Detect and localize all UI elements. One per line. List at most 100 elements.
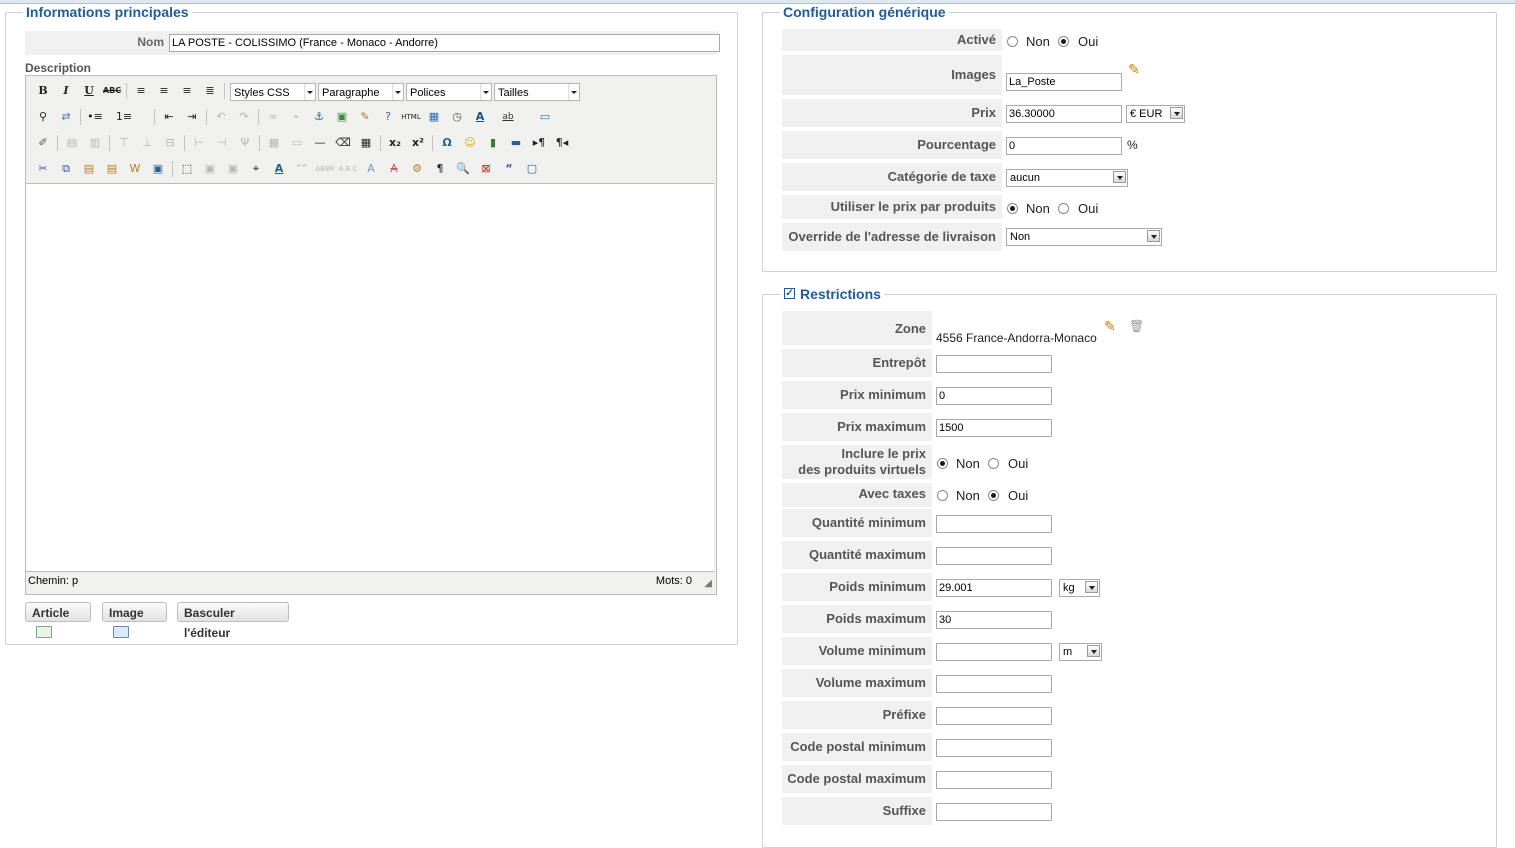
select-all-icon[interactable]: ▣ [148, 159, 168, 179]
images-input[interactable] [1006, 73, 1122, 91]
blockquote-icon[interactable]: “ [499, 159, 519, 179]
suffix-input[interactable] [936, 803, 1052, 821]
abbr-icon[interactable]: ABBR [315, 159, 335, 179]
insert-layer-icon[interactable]: ⬚ [177, 159, 197, 179]
percentage-input[interactable] [1006, 137, 1122, 155]
emoticon-icon[interactable]: ☺ [460, 133, 480, 153]
with-taxes-non-radio[interactable] [937, 490, 948, 501]
delete-text-icon[interactable]: A [384, 159, 404, 179]
row-after-icon[interactable]: ⊥ [137, 133, 157, 153]
redo-icon[interactable]: ↷ [234, 107, 254, 127]
merge-cells-icon[interactable]: ▭ [287, 133, 307, 153]
cite-icon[interactable]: “” [292, 159, 312, 179]
paragraph-format-select[interactable]: Paragraphe [318, 83, 404, 101]
col-after-icon[interactable]: ⊣ [212, 133, 232, 153]
min-volume-input[interactable] [936, 643, 1052, 661]
delete-col-icon[interactable]: Ψ [235, 133, 255, 153]
currency-select[interactable]: € EUR [1126, 105, 1185, 123]
edit-css-icon[interactable]: ✐ [33, 133, 53, 153]
align-left-icon[interactable]: ≡ [131, 81, 151, 101]
max-weight-input[interactable] [936, 611, 1052, 629]
min-postcode-input[interactable] [936, 739, 1052, 757]
bullet-list-icon[interactable]: •≡ [85, 107, 105, 127]
restrictions-checkbox[interactable]: ✓ [784, 288, 795, 299]
toggle-editor-button[interactable]: Basculer l'éditeur [177, 602, 289, 640]
tax-category-select[interactable]: aucun [1006, 169, 1128, 187]
visual-chars-icon[interactable]: ¶ [430, 159, 450, 179]
volume-unit-select[interactable]: m [1059, 643, 1102, 661]
insert-hr-icon[interactable]: ▬ [506, 133, 526, 153]
paste-text-icon[interactable]: ▤ [102, 159, 122, 179]
remove-format-icon[interactable]: ⌫ [333, 133, 353, 153]
indent-icon[interactable]: ⇥ [182, 107, 202, 127]
template-icon[interactable]: ▢ [522, 159, 542, 179]
underline-button[interactable]: U [79, 81, 99, 101]
override-address-select[interactable]: Non [1006, 228, 1162, 246]
link-icon[interactable]: ∞ [263, 107, 283, 127]
font-family-select[interactable]: Polices [406, 83, 492, 101]
style-props-icon[interactable]: A [269, 159, 289, 179]
with-taxes-oui-radio[interactable] [988, 490, 999, 501]
preview-icon[interactable]: 🔍 [453, 159, 473, 179]
italic-button[interactable]: I [56, 81, 76, 101]
min-qty-input[interactable] [936, 515, 1052, 533]
paste-icon[interactable]: ▤ [79, 159, 99, 179]
table-cell-props-icon[interactable]: ▥ [85, 133, 105, 153]
max-price-input[interactable] [936, 419, 1052, 437]
paste-word-icon[interactable]: W [125, 159, 145, 179]
bold-button[interactable]: B [33, 81, 53, 101]
editor-content-area[interactable] [26, 183, 714, 572]
table-icon[interactable]: ▦ [356, 133, 376, 153]
weight-unit-select[interactable]: kg [1059, 579, 1100, 597]
superscript-icon[interactable]: x² [408, 133, 428, 153]
price-input[interactable] [1006, 105, 1122, 123]
numbered-list-icon[interactable]: 1≡ [114, 107, 134, 127]
align-justify-icon[interactable]: ≣ [200, 81, 220, 101]
horizontal-rule-icon[interactable]: — [310, 133, 330, 153]
split-cells-icon[interactable]: ▦ [264, 133, 284, 153]
resize-handle-icon[interactable]: ◢ [704, 578, 712, 589]
image-button[interactable]: Image [102, 602, 167, 638]
article-button[interactable]: Article [25, 602, 91, 638]
copy-icon[interactable]: ⧉ [56, 159, 76, 179]
html-source-icon[interactable]: HTML [401, 107, 421, 127]
move-backward-icon[interactable]: ▣ [223, 159, 243, 179]
replace-icon[interactable]: ⇄ [56, 107, 76, 127]
fullscreen-icon[interactable]: ▭ [535, 107, 555, 127]
font-size-select[interactable]: Tailles [494, 83, 580, 101]
pagebreak-icon[interactable]: ⊠ [476, 159, 496, 179]
acronym-icon[interactable]: A.B.C [338, 159, 358, 179]
include-virtual-oui-radio[interactable] [988, 458, 999, 469]
highlight-color-icon[interactable]: ab [498, 107, 518, 127]
max-volume-input[interactable] [936, 675, 1052, 693]
delete-row-icon[interactable]: ⊟ [160, 133, 180, 153]
product-price-non-radio[interactable] [1007, 203, 1018, 214]
align-center-icon[interactable]: ≡ [154, 81, 174, 101]
max-qty-input[interactable] [936, 547, 1052, 565]
absolute-position-icon[interactable]: ⌖ [246, 159, 266, 179]
edit-zone-icon[interactable]: ✎ [1102, 318, 1118, 334]
table-row-props-icon[interactable]: ▤ [62, 133, 82, 153]
include-virtual-non-radio[interactable] [937, 458, 948, 469]
nom-input[interactable] [169, 34, 720, 52]
warehouse-input[interactable] [936, 355, 1052, 373]
ltr-icon[interactable]: ▸¶ [529, 133, 549, 153]
active-oui-radio[interactable] [1058, 36, 1069, 47]
strikethrough-button[interactable]: ABC [102, 81, 122, 101]
cut-icon[interactable]: ✂ [33, 159, 53, 179]
min-price-input[interactable] [936, 387, 1052, 405]
subscript-icon[interactable]: x₂ [385, 133, 405, 153]
delete-zone-icon[interactable]: 🗑 [1129, 319, 1144, 333]
insert-text-icon[interactable]: A [361, 159, 381, 179]
styles-css-select[interactable]: Styles CSS [230, 83, 316, 101]
text-color-icon[interactable]: A [470, 107, 490, 127]
row-before-icon[interactable]: ⊤ [114, 133, 134, 153]
active-non-radio[interactable] [1007, 36, 1018, 47]
edit-image-icon[interactable]: ✎ [1126, 61, 1142, 77]
move-forward-icon[interactable]: ▣ [200, 159, 220, 179]
undo-icon[interactable]: ↶ [211, 107, 231, 127]
align-right-icon[interactable]: ≡ [177, 81, 197, 101]
special-char-icon[interactable]: Ω [437, 133, 457, 153]
min-weight-input[interactable] [936, 579, 1052, 597]
insert-date-icon[interactable]: ▦ [424, 107, 444, 127]
